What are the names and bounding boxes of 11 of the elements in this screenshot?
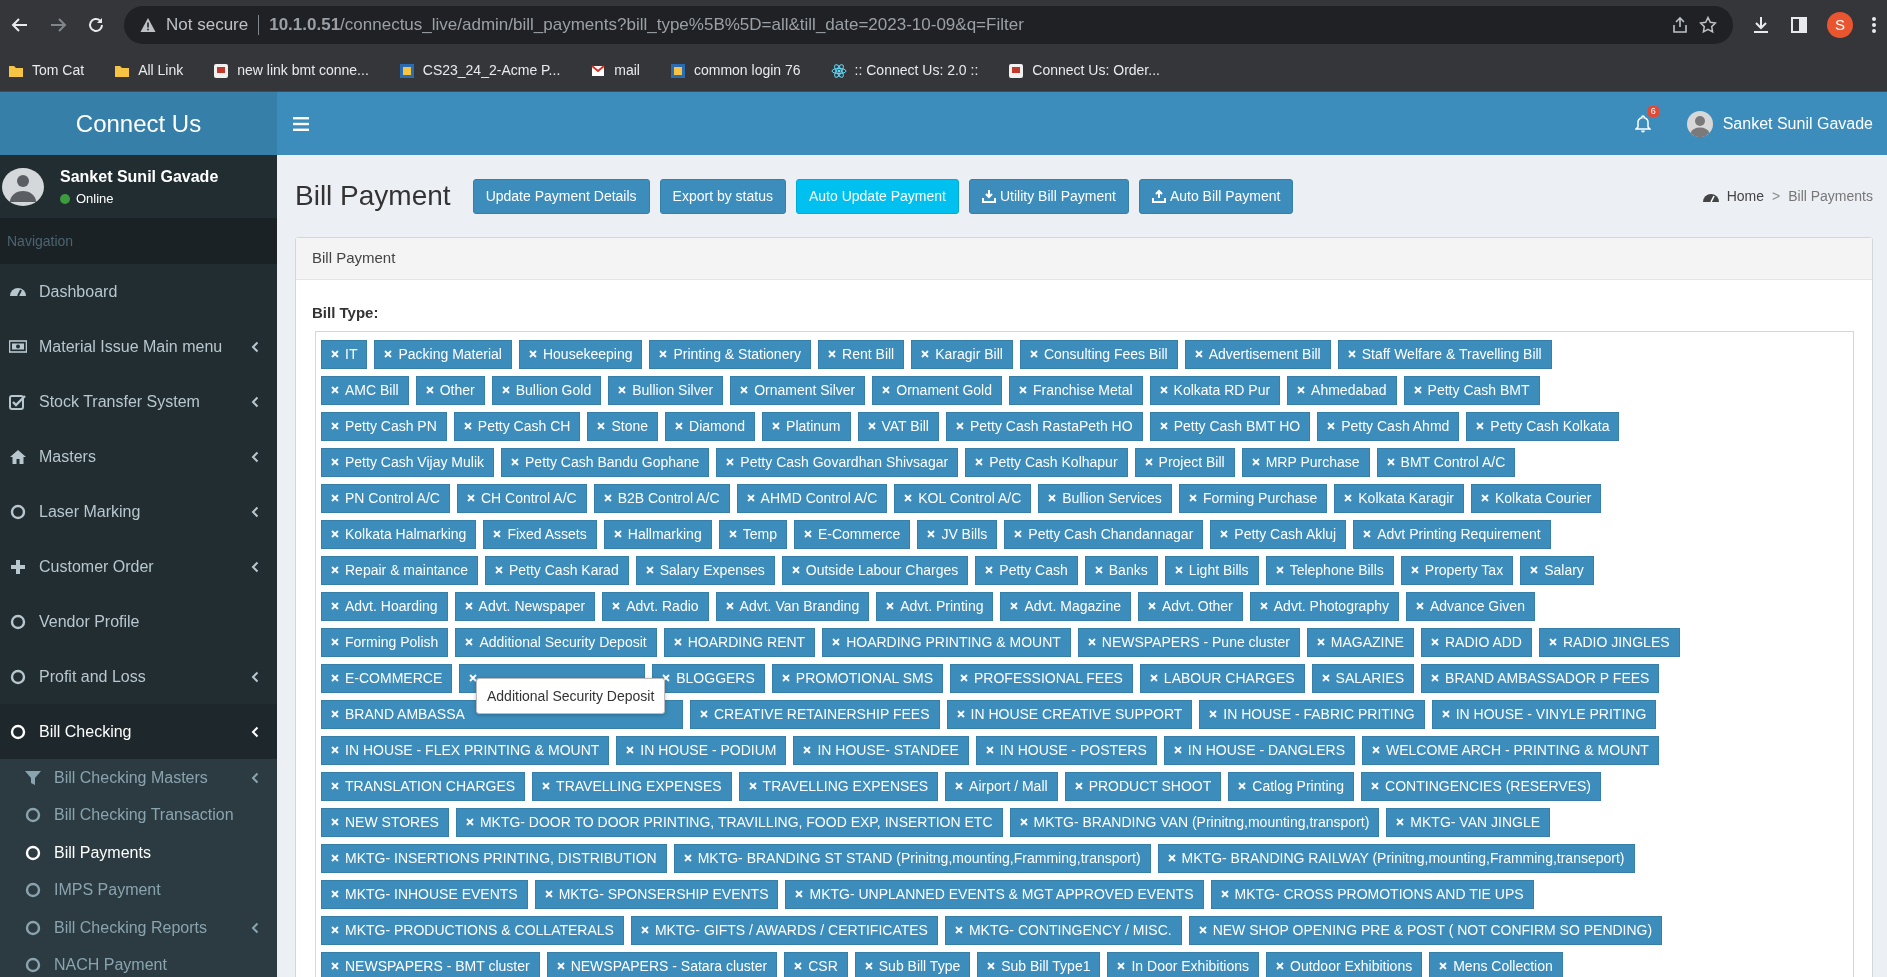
breadcrumb-separator: > — [1772, 186, 1781, 206]
security-label: Not secure — [166, 14, 249, 37]
url-text: 10.1.0.51/connectus_live/admin/bill_payments?bill_type%5B%5D=all&till_date=2023-10-09&q=Filter — [269, 14, 1024, 37]
page-title: Bill Payment — [295, 179, 451, 213]
section-header: Navigation — [0, 218, 277, 264]
field-label: Bill Type: — [312, 303, 380, 323]
user-name: Sanket Sunil Gavade — [60, 166, 219, 187]
tooltip: Additional Security Deposit — [476, 677, 666, 714]
online-status: Online — [60, 188, 219, 209]
notification-badge: 6 — [1647, 105, 1659, 118]
card-title: Bill Payment — [296, 238, 1872, 280]
